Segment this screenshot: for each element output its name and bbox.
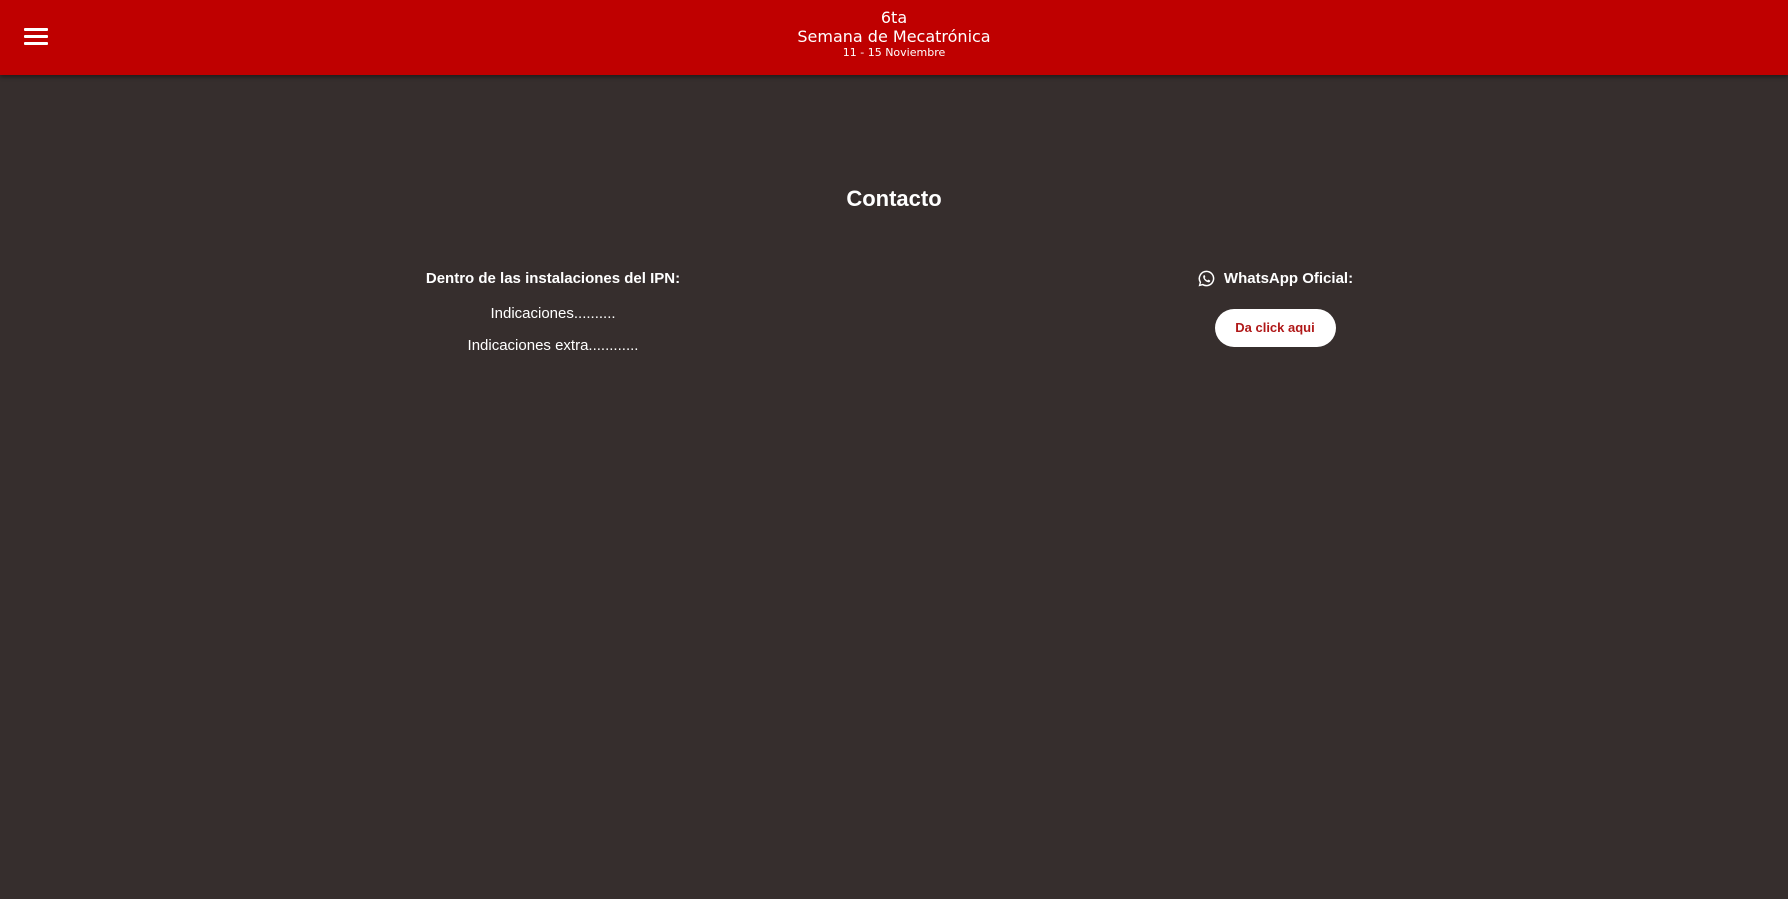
whatsapp-section: WhatsApp Oficial: Da click aqui — [1075, 269, 1475, 347]
site-title: 6ta Semana de Mecatrónica 11 - 15 Noviem… — [0, 8, 1788, 59]
directions-text: Indicaciones.......... — [490, 305, 616, 322]
location-heading: Dentro de las instalaciones del IPN: — [425, 269, 681, 287]
page-title: Contacto — [846, 186, 942, 211]
event-dates: 11 - 15 Noviembre — [842, 46, 946, 59]
extra-directions-text: Indicaciones extra............ — [467, 337, 639, 354]
location-section: Dentro de las instalaciones del IPN: Ind… — [353, 269, 753, 369]
whatsapp-icon — [1198, 270, 1215, 286]
edition-label: 6ta — [880, 8, 908, 27]
event-name: Semana de Mecatrónica — [797, 27, 991, 46]
whatsapp-heading: WhatsApp Oficial: — [1223, 269, 1354, 287]
header-bar: 6ta Semana de Mecatrónica 11 - 15 Noviem… — [0, 0, 1788, 75]
whatsapp-link-button[interactable]: Da click aqui — [1214, 309, 1336, 347]
